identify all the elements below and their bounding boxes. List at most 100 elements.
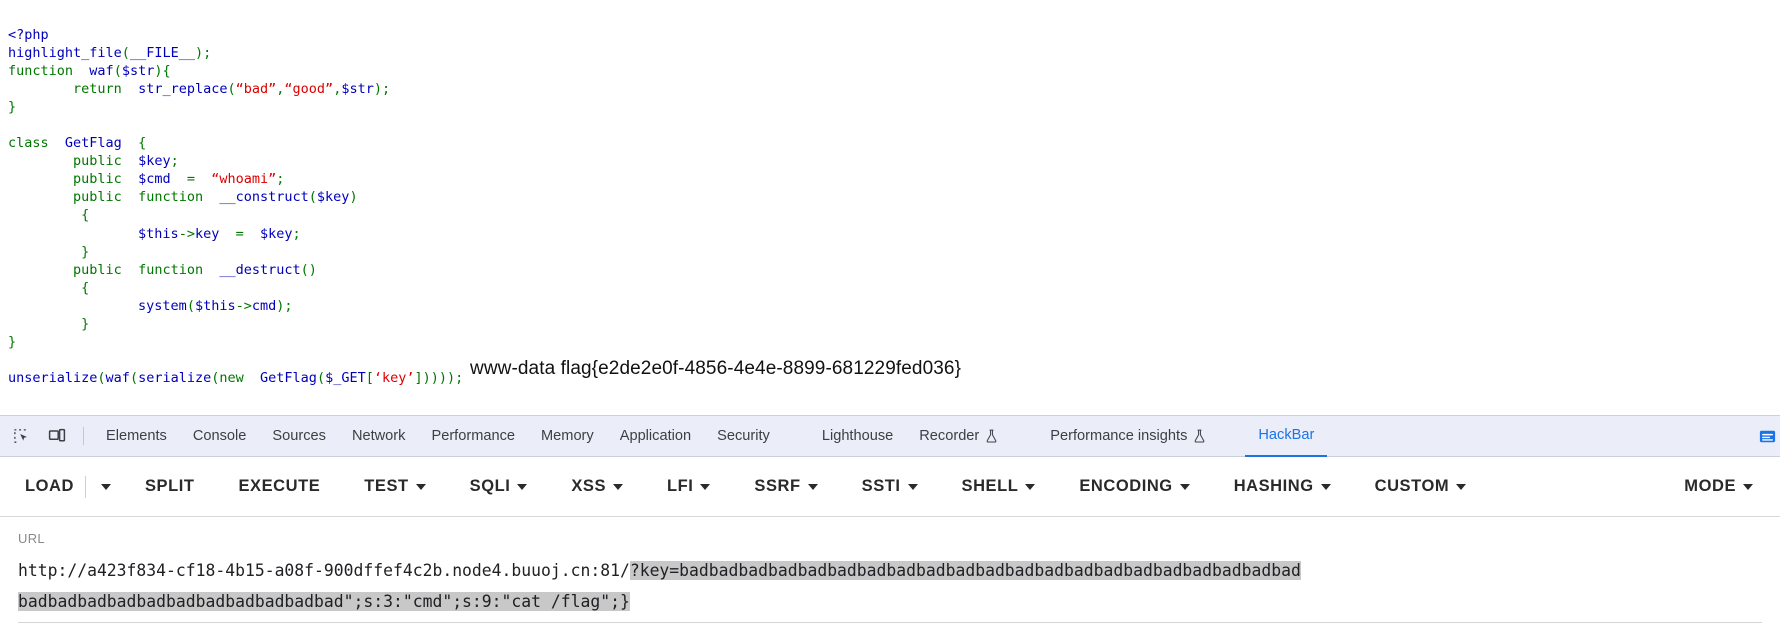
- lfi-button[interactable]: LFI: [662, 470, 715, 503]
- code-token: ‘key’: [373, 370, 415, 387]
- code-token: $this: [138, 225, 179, 242]
- code-token: $cmd: [138, 171, 171, 188]
- code-line: system($this->cmd);: [8, 297, 463, 315]
- ssrf-button-label: SSRF: [754, 477, 801, 495]
- code-token: $this: [194, 297, 236, 314]
- execute-button[interactable]: EXECUTE: [233, 470, 325, 503]
- load-button-label: LOAD: [25, 477, 74, 495]
- ssti-button[interactable]: SSTI: [857, 470, 923, 503]
- code-token: function: [8, 62, 74, 79]
- code-line: class GetFlag {: [8, 134, 463, 152]
- mode-button[interactable]: MODE: [1679, 470, 1758, 503]
- code-token: “whoami”: [211, 171, 277, 188]
- tab-recorder[interactable]: Recorder: [906, 416, 1011, 457]
- code-token: function: [138, 189, 204, 206]
- code-line: }: [8, 333, 463, 351]
- console-drawer-icon[interactable]: [1756, 425, 1778, 447]
- code-token: =: [219, 225, 260, 242]
- code-token: =: [170, 171, 212, 188]
- test-button[interactable]: TEST: [359, 470, 430, 503]
- chevron-down-icon: [1179, 483, 1190, 490]
- shell-button-label: SHELL: [961, 477, 1019, 495]
- tab-security[interactable]: Security: [704, 416, 783, 457]
- load-button[interactable]: LOAD: [20, 470, 79, 503]
- tab-console[interactable]: Console: [180, 416, 260, 457]
- code-token: ->: [178, 225, 195, 242]
- code-token: {: [8, 279, 90, 296]
- url-field-label: URL: [18, 531, 45, 546]
- ssti-button-label: SSTI: [861, 477, 901, 495]
- flask-icon: [1194, 429, 1205, 443]
- code-token: waf: [105, 370, 130, 387]
- split-button-label: SPLIT: [144, 477, 195, 495]
- test-button-label: TEST: [364, 477, 409, 495]
- code-token: (: [97, 370, 106, 387]
- tab-performance[interactable]: Performance: [418, 416, 528, 457]
- tab-label: Application: [619, 428, 692, 444]
- code-token: public: [73, 261, 122, 278]
- chevron-down-icon: [700, 483, 711, 490]
- code-line: {: [8, 279, 463, 297]
- encoding-button[interactable]: ENCODING: [1074, 470, 1194, 503]
- custom-button-label: CUSTOM: [1374, 477, 1450, 495]
- command-output-flag: www-data flag{e2de2e0f-4856-4e4e-8899-68…: [470, 358, 962, 379]
- code-token: }: [8, 98, 17, 115]
- tab-elements[interactable]: Elements: [93, 416, 180, 457]
- code-line: {: [8, 206, 463, 224]
- split-button[interactable]: SPLIT: [140, 470, 200, 503]
- hashing-button[interactable]: HASHING: [1229, 470, 1336, 503]
- code-token: key: [194, 225, 220, 242]
- xss-button[interactable]: XSS: [566, 470, 628, 503]
- code-token: GetFlag: [260, 370, 317, 387]
- load-dropdown-button[interactable]: [92, 477, 120, 497]
- code-token: (: [113, 62, 122, 79]
- sqli-button[interactable]: SQLI: [465, 470, 533, 503]
- shell-button[interactable]: SHELL: [957, 470, 1041, 503]
- tab-hackbar[interactable]: HackBar: [1245, 416, 1328, 457]
- tab-label: Lighthouse: [821, 428, 894, 444]
- code-token: $key: [259, 225, 293, 242]
- code-token: system: [138, 297, 187, 314]
- code-token: public: [73, 153, 122, 170]
- tab-network[interactable]: Network: [339, 416, 419, 457]
- code-line: unserialize(waf(serialize(new GetFlag($_…: [8, 369, 463, 387]
- chevron-down-icon: [517, 483, 528, 490]
- code-token: ]))));: [414, 370, 464, 387]
- code-token: class: [8, 135, 49, 152]
- code-token: $str: [121, 62, 155, 79]
- device-toolbar-icon[interactable]: [42, 421, 72, 451]
- code-line: public function __construct($key): [8, 188, 463, 206]
- code-token: (: [316, 370, 326, 387]
- inspect-element-icon[interactable]: [6, 421, 36, 451]
- code-token: (: [186, 297, 195, 314]
- code-token: GetFlag: [64, 135, 122, 152]
- code-token: unserialize: [8, 370, 98, 387]
- tab-performance-insights[interactable]: Performance insights: [1037, 416, 1219, 457]
- sqli-button-label: SQLI: [469, 477, 511, 495]
- ssrf-button[interactable]: SSRF: [749, 470, 822, 503]
- code-token: (: [308, 189, 317, 206]
- tab-sources[interactable]: Sources: [259, 416, 339, 457]
- tab-label: Security: [717, 428, 770, 444]
- code-line: }: [8, 315, 463, 333]
- code-token: public: [73, 171, 122, 188]
- tab-lighthouse[interactable]: Lighthouse: [809, 416, 906, 457]
- code-line: return str_replace(“bad”,“good”,$str);: [8, 80, 463, 98]
- tab-label: Console: [192, 428, 247, 444]
- chevron-down-icon: [1025, 483, 1036, 490]
- url-input[interactable]: http://a423f834-cf18-4b15-a08f-900dffef4…: [18, 555, 1310, 617]
- custom-button[interactable]: CUSTOM: [1370, 470, 1472, 503]
- tab-application[interactable]: Application: [607, 416, 704, 457]
- code-token: {: [121, 135, 147, 152]
- encoding-button-label: ENCODING: [1079, 477, 1173, 495]
- tab-memory[interactable]: Memory: [528, 416, 607, 457]
